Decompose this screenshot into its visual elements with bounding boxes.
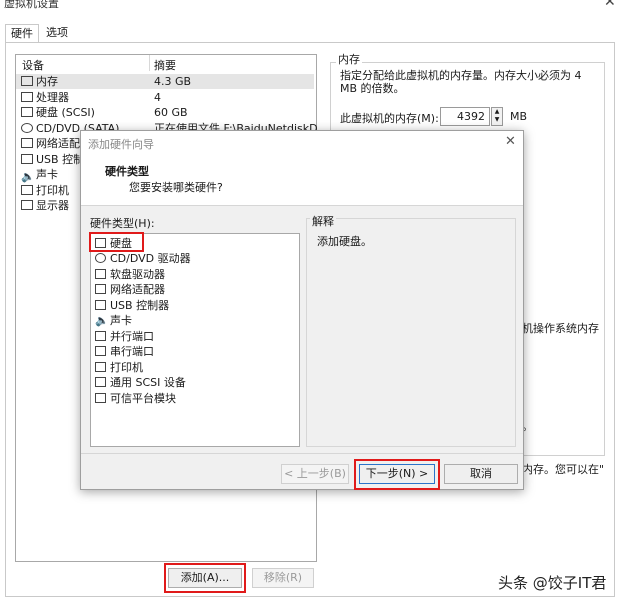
device-name: 显示器 <box>36 199 69 212</box>
wizard-header: 硬件类型 您要安装哪类硬件? <box>81 155 523 206</box>
hardware-item-label: 串行端口 <box>110 345 154 358</box>
cancel-button[interactable]: 取消 <box>444 464 518 484</box>
wizard-subheading: 您要安装哪类硬件? <box>129 181 223 194</box>
disk-icon <box>21 107 33 117</box>
window-title: 虚拟机设置 <box>4 0 59 10</box>
hardware-type-list[interactable]: 硬盘 CD/DVD 驱动器 软盘驱动器 网络适配器 USB 控制器 🔈 声卡 并… <box>90 233 300 447</box>
memory-label: 此虚拟机的内存(M): <box>340 112 439 125</box>
device-summary: 60 GB <box>154 106 188 119</box>
device-summary: 4 <box>154 91 161 104</box>
printer-icon <box>21 185 33 195</box>
memory-icon <box>21 76 33 86</box>
hardware-item-label: USB 控制器 <box>110 299 170 312</box>
device-name: 硬盘 (SCSI) <box>36 106 95 119</box>
add-hardware-wizard: 添加硬件向导 ✕ 硬件类型 您要安装哪类硬件? 硬件类型(H): 硬盘 CD/D… <box>80 130 524 490</box>
close-icon[interactable]: ✕ <box>604 0 616 10</box>
column-divider <box>149 55 150 71</box>
memory-input[interactable]: 4392 <box>440 107 490 126</box>
usb-icon <box>21 154 33 164</box>
back-button[interactable]: < 上一步(B) <box>281 464 349 484</box>
explanation-box <box>306 218 516 447</box>
hardware-item-label: 打印机 <box>110 361 143 374</box>
tab-options[interactable]: 选项 <box>41 24 73 42</box>
wizard-heading: 硬件类型 <box>105 165 149 178</box>
wizard-title: 添加硬件向导 <box>88 138 154 151</box>
device-name: 处理器 <box>36 91 69 104</box>
device-row-disk[interactable]: 硬盘 (SCSI) 60 GB <box>16 105 314 120</box>
hardware-item-label: 通用 SCSI 设备 <box>110 376 186 389</box>
hardware-item-label: 网络适配器 <box>110 283 165 296</box>
parallel-port-icon <box>95 331 106 341</box>
disk-item-highlight <box>89 232 144 252</box>
close-icon[interactable]: ✕ <box>505 134 516 149</box>
floppy-icon <box>95 269 106 279</box>
scsi-icon <box>95 377 106 387</box>
network-icon <box>21 138 33 148</box>
speaker-icon: 🔈 <box>95 314 109 327</box>
divider <box>81 453 523 454</box>
monitor-icon <box>21 200 33 210</box>
explanation-text: 添加硬盘。 <box>317 235 372 248</box>
hardware-type-label: 硬件类型(H): <box>90 217 155 230</box>
column-header-device[interactable]: 设备 <box>22 57 44 73</box>
memory-partial-text: 内存。您可以在" <box>522 463 605 476</box>
hardware-item-label: 可信平台模块 <box>110 392 176 405</box>
explanation-title: 解释 <box>310 213 336 229</box>
serial-port-icon <box>95 346 106 356</box>
add-button[interactable]: 添加(A)... <box>168 568 242 588</box>
printer-icon <box>95 362 106 372</box>
hardware-item-label: 并行端口 <box>110 330 154 343</box>
memory-description: 指定分配给此虚拟机的内存量。内存大小必须为 4 MB 的倍数。 <box>340 69 582 95</box>
chevron-down-icon[interactable]: ▼ <box>492 116 502 124</box>
watermark: 头条 @饺子IT君 <box>498 574 607 592</box>
device-name: 打印机 <box>36 184 69 197</box>
hardware-item-label: 声卡 <box>110 314 132 327</box>
wizard-titlebar: 添加硬件向导 ✕ <box>81 131 523 155</box>
device-name: 声卡 <box>36 168 58 181</box>
usb-icon <box>95 300 106 310</box>
speaker-icon: 🔈 <box>21 170 35 183</box>
memory-stepper[interactable]: ▲ ▼ <box>491 107 503 126</box>
cd-icon <box>21 123 33 133</box>
memory-group-title: 内存 <box>336 51 362 67</box>
cpu-icon <box>21 92 33 102</box>
memory-unit: MB <box>510 110 528 123</box>
device-row-cpu[interactable]: 处理器 4 <box>16 90 314 105</box>
chevron-up-icon[interactable]: ▲ <box>492 108 502 116</box>
device-summary: 4.3 GB <box>154 75 192 88</box>
remove-button[interactable]: 移除(R) <box>252 568 314 588</box>
tab-hardware[interactable]: 硬件 <box>5 24 39 43</box>
memory-partial-text: 机操作系统内存 <box>522 322 599 335</box>
hardware-item-label: 软盘驱动器 <box>110 268 165 281</box>
hardware-item-label: CD/DVD 驱动器 <box>110 252 191 265</box>
column-header-summary[interactable]: 摘要 <box>154 57 176 73</box>
cd-icon <box>95 253 106 263</box>
next-button[interactable]: 下一步(N) > <box>359 464 435 484</box>
network-icon <box>95 284 106 294</box>
device-row-memory[interactable]: 内存 4.3 GB <box>16 74 314 89</box>
tpm-icon <box>95 393 106 403</box>
device-name: 内存 <box>36 75 58 88</box>
